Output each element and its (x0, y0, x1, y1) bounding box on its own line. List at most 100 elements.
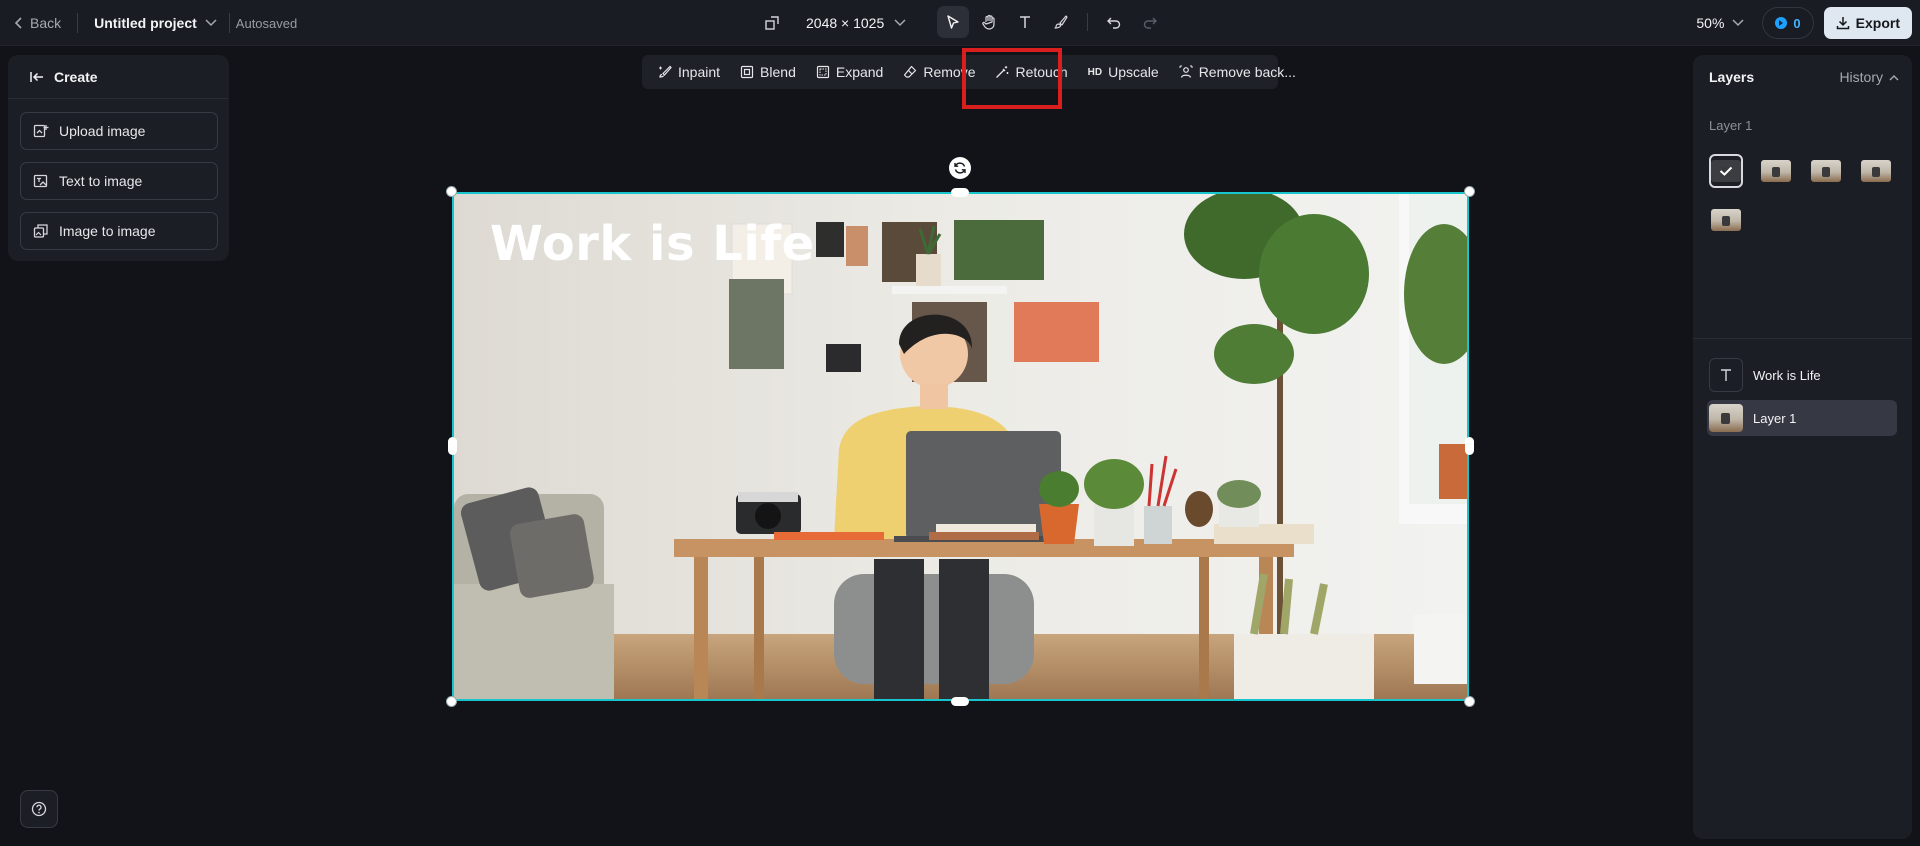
chevron-up-icon (1889, 74, 1899, 81)
select-tool-button[interactable] (937, 6, 969, 38)
canvas-dimensions: 2048 × 1025 (806, 15, 885, 31)
divider (1693, 338, 1912, 339)
variant-image (1711, 209, 1741, 231)
resize-handle-bottom-right[interactable] (1464, 696, 1475, 707)
rotate-icon (953, 161, 967, 175)
help-button[interactable] (20, 790, 58, 828)
chevron-left-icon (14, 17, 24, 29)
layers-panel: Layers History Layer 1 Work is Life Laye… (1693, 55, 1912, 839)
chevron-down-icon (894, 19, 906, 27)
text-to-image-icon (33, 173, 49, 189)
blend-icon (740, 65, 754, 79)
variant-thumbnail[interactable] (1859, 154, 1893, 188)
layer-name: Work is Life (1753, 367, 1821, 383)
remove-background-label: Remove back... (1198, 64, 1296, 80)
remove-background-button[interactable]: Remove back... (1169, 55, 1306, 89)
credit-coin-icon (1775, 17, 1788, 29)
image-to-image-label: Image to image (59, 223, 156, 239)
layer-name: Layer 1 (1753, 410, 1797, 426)
upload-image-label: Upload image (59, 123, 146, 139)
credits-count: 0 (1793, 15, 1801, 31)
export-button[interactable]: Export (1823, 7, 1912, 39)
tab-history[interactable]: History (1839, 69, 1899, 85)
variant-image (1811, 160, 1841, 182)
hand-tool-button[interactable] (973, 6, 1005, 38)
autosave-status: Autosaved (235, 15, 298, 31)
resize-handle-bottom-left[interactable] (446, 696, 457, 707)
variant-thumbnail[interactable] (1759, 154, 1793, 188)
resize-handle-right[interactable] (1465, 437, 1474, 455)
eraser-icon (903, 65, 917, 79)
image-to-image-icon (33, 223, 49, 239)
expand-button[interactable]: Expand (806, 55, 893, 89)
upscale-button[interactable]: HD Upscale (1078, 55, 1169, 89)
image-to-image-button[interactable]: Image to image (20, 212, 218, 250)
history-label: History (1839, 69, 1883, 85)
resize-handle-left[interactable] (448, 437, 457, 455)
project-name-dropdown[interactable]: Untitled project (94, 15, 217, 31)
rotate-handle[interactable] (949, 157, 971, 179)
text-tool-button[interactable] (1009, 6, 1041, 38)
variants-title: Layer 1 (1709, 118, 1753, 133)
create-panel: Create Upload image Text to image Image … (8, 55, 229, 261)
upscale-label: Upscale (1108, 64, 1159, 80)
blend-label: Blend (760, 64, 796, 80)
divider (228, 13, 230, 33)
inpaint-button[interactable]: Inpaint (648, 55, 730, 89)
brush-icon (1053, 14, 1069, 30)
expand-icon (816, 65, 830, 79)
highlight-box (962, 48, 1062, 109)
hd-badge: HD (1087, 66, 1103, 78)
back-button[interactable]: Back (14, 15, 61, 31)
chevron-down-icon (1732, 19, 1744, 27)
redo-button[interactable] (1134, 6, 1166, 38)
help-icon (31, 801, 47, 817)
resize-icon (764, 15, 780, 31)
layer-item-text[interactable]: Work is Life (1707, 357, 1897, 393)
resize-handle-top-left[interactable] (446, 186, 457, 197)
undo-button[interactable] (1098, 6, 1130, 38)
back-label: Back (30, 15, 62, 31)
zoom-level: 50% (1696, 15, 1725, 31)
resize-handle-bottom[interactable] (951, 697, 969, 706)
upload-image-icon (33, 123, 49, 139)
variant-thumbnail[interactable] (1709, 154, 1743, 188)
credits-button[interactable]: 0 (1762, 7, 1814, 39)
inpaint-label: Inpaint (678, 64, 721, 80)
create-title: Create (54, 68, 98, 85)
resize-handle-top[interactable] (951, 188, 969, 197)
variant-thumbnail[interactable] (1709, 203, 1743, 237)
canvas-text-layer[interactable]: Work is Life (490, 216, 815, 272)
divider (1087, 13, 1088, 31)
zoom-dropdown[interactable]: 50% (1696, 15, 1744, 31)
top-bar: Back Untitled project Autosaved 2048 × 1… (0, 0, 1920, 46)
blend-button[interactable]: Blend (730, 55, 806, 89)
brush-tool-button[interactable] (1045, 6, 1077, 38)
image-layer-thumbnail (1709, 404, 1743, 432)
top-bar-left: Back Untitled project Autosaved (14, 0, 297, 46)
image-edit-toolbar: Inpaint Blend Expand Remove Retouch HD U… (642, 55, 1296, 89)
project-name: Untitled project (94, 15, 197, 31)
text-to-image-button[interactable]: Text to image (20, 162, 218, 200)
inpaint-icon (658, 65, 672, 79)
checkmark-icon (1719, 166, 1733, 176)
create-panel-header[interactable]: Create (8, 55, 229, 99)
top-bar-right: 50% 0 Export (1696, 0, 1912, 46)
canvas-image[interactable]: Work is Life (452, 192, 1469, 701)
upload-image-button[interactable]: Upload image (20, 112, 218, 150)
expand-label: Expand (835, 64, 884, 80)
variant-thumbnail[interactable] (1809, 154, 1843, 188)
layer-item-image[interactable]: Layer 1 (1707, 400, 1897, 436)
undo-icon (1106, 14, 1122, 30)
collapse-left-icon (30, 71, 44, 83)
hand-icon (981, 14, 997, 30)
tab-layers[interactable]: Layers (1709, 69, 1754, 85)
cursor-arrow-icon (945, 14, 961, 30)
canvas-size-dropdown[interactable]: 2048 × 1025 (764, 15, 906, 31)
person-cutout-icon (1179, 65, 1193, 79)
export-label: Export (1855, 15, 1900, 31)
tool-group (937, 6, 1166, 38)
resize-handle-top-right[interactable] (1464, 186, 1475, 197)
layers-panel-header: Layers History (1709, 69, 1899, 85)
divider (77, 13, 79, 33)
